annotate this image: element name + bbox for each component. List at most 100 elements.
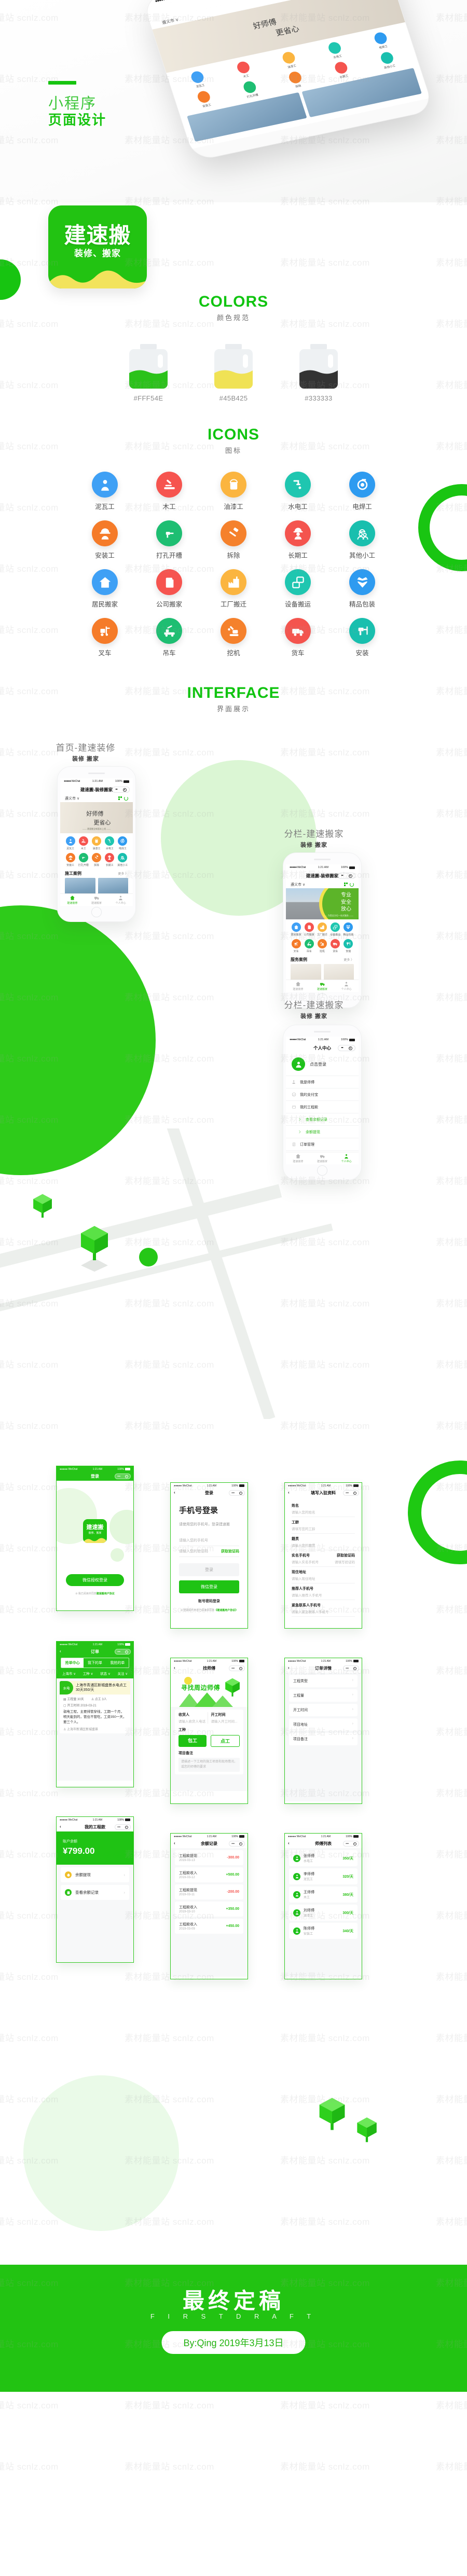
profile-header[interactable]: 点击登录 — [286, 1053, 359, 1076]
balance-record-row[interactable]: 工程款提现 2019-03-13 -300.00 — [175, 1850, 243, 1865]
start-field[interactable]: 开工时间 请输入开工时间... — [211, 1712, 240, 1724]
icon-grid-item[interactable]: 拆除 — [201, 520, 266, 560]
wechat-capsule[interactable]: ••• — [343, 1841, 359, 1847]
balance-record-list[interactable]: 工程款提现 2019-03-13 -300.00 工程款收入 2019-03-1… — [171, 1848, 248, 1977]
receiver-field[interactable]: 收货人 请输入收货人电话 — [178, 1712, 208, 1724]
helmet-worker-icon[interactable] — [65, 853, 75, 862]
service-icon[interactable]: 工厂搬迁 — [315, 922, 328, 936]
order-tab[interactable]: 抢单中心 — [61, 1658, 84, 1668]
tab-bar[interactable]: 建速装修 建速搬家 个人中心 — [286, 980, 359, 992]
wechat-capsule[interactable]: ••• — [343, 1665, 359, 1671]
service-icon[interactable]: 电焊工 — [116, 836, 129, 850]
detail-row[interactable]: 开工时间 › — [289, 1704, 358, 1716]
icon-grid-item[interactable]: 公司搬家 — [137, 569, 201, 609]
get-code-button[interactable]: 获取验证码 — [221, 1549, 239, 1554]
balance-record-row[interactable]: 工程款收入 2019-03-09 +450.00 — [175, 1919, 243, 1934]
service-icon[interactable]: 安装 — [342, 939, 355, 953]
icon-grid-item[interactable]: 泥瓦工 — [73, 472, 137, 511]
welding-icon[interactable] — [349, 472, 375, 498]
password-login-link[interactable]: 账号密码登录 — [179, 1599, 239, 1604]
target-icon[interactable] — [348, 874, 352, 878]
tab-person[interactable]: 个人中心 — [108, 895, 133, 905]
worker-icon[interactable] — [92, 472, 118, 498]
order-filter-row[interactable]: 上海市 ∨ 工种 ∨ 状态 ∨ 关注 ∨ — [57, 1668, 133, 1678]
service-icon[interactable]: 安装工 — [64, 853, 77, 867]
balance-record-row[interactable]: 工程款提现 2019-03-11 -200.00 — [175, 1884, 243, 1899]
order-tab[interactable]: 我下的单 — [84, 1658, 106, 1668]
service-icon[interactable]: 叉车 — [290, 939, 303, 953]
tab-home[interactable]: 建速装修 — [286, 981, 310, 991]
icon-grid-item[interactable]: 油漆工 — [201, 472, 266, 511]
citybar-actions[interactable] — [344, 882, 354, 887]
section-more-link[interactable]: 更多 〉 — [118, 871, 128, 876]
login-prompt[interactable]: 点击登录 — [310, 1062, 326, 1067]
wechat-capsule[interactable]: ••• — [112, 787, 130, 793]
faucet-icon[interactable] — [285, 472, 311, 498]
register-field[interactable]: 推荐人手机号 请输入推荐人手机号 — [292, 1583, 355, 1600]
section-more-link[interactable]: 更多 〉 — [344, 957, 354, 962]
detail-row[interactable]: 工程量 › — [289, 1689, 358, 1702]
register-field[interactable]: 紧急联系人手机号 请输入紧急联系人手机号 — [292, 1600, 355, 1617]
equipment-icon[interactable] — [285, 569, 311, 595]
tab-bar[interactable]: 建速装修 建速搬家 个人中心 — [60, 893, 133, 906]
icon-grid-item[interactable]: 安装工 — [73, 520, 137, 560]
welding-icon[interactable] — [118, 836, 128, 846]
person-icon[interactable] — [118, 895, 123, 901]
refresh-icon[interactable] — [350, 882, 354, 887]
type-toggle-group[interactable]: 包工 点工 — [178, 1735, 240, 1747]
wechat-capsule[interactable]: ••• — [115, 1649, 131, 1655]
back-icon[interactable]: ‹ — [174, 1666, 175, 1670]
qr-icon[interactable] — [344, 883, 348, 886]
service-icon[interactable]: 拆除 — [90, 853, 103, 867]
longterm-worker-icon[interactable] — [105, 853, 115, 862]
crane-truck-icon[interactable] — [304, 939, 314, 948]
person-icon[interactable] — [344, 981, 349, 987]
two-workers-icon[interactable] — [349, 520, 375, 546]
service-icon[interactable]: 其他小工 — [116, 853, 129, 867]
master-row[interactable]: 李师傅 泥瓦工 320/天 — [289, 1868, 358, 1884]
field-action[interactable]: 获取验证码 — [337, 1553, 355, 1558]
order-card[interactable]: 水电 上海市青浦区新城盛景水电点工30天350/天 ▤ 工程量 30天 ♙ 点工… — [60, 1681, 130, 1734]
icon-grid-item[interactable]: 吊车 — [137, 618, 201, 657]
balance-record-row[interactable]: 工程款收入 2019-03-10 +350.00 — [175, 1902, 243, 1917]
wechat-capsule[interactable]: ••• — [338, 873, 355, 879]
home-icon[interactable] — [70, 895, 75, 901]
service-icon[interactable]: 长期工 — [103, 853, 116, 867]
power-drill-icon[interactable] — [349, 618, 375, 644]
find-master-form[interactable]: 收货人 请输入收货人电话 开工时间 请输入开工时间... 工种 包工 点工 项目… — [171, 1707, 248, 1791]
home-button[interactable] — [91, 907, 102, 917]
remark-textarea[interactable]: 请描述一下工地的施工项目和现场情况，或您的师傅的要求 — [178, 1758, 240, 1772]
register-field[interactable]: 工龄 请填写您的工龄 — [292, 1517, 355, 1534]
home-icon[interactable] — [295, 981, 301, 987]
service-icon[interactable]: 水电工 — [103, 836, 116, 850]
wechat-capsule[interactable]: ••• — [115, 1473, 131, 1479]
tab-truck[interactable]: 建速搬家 — [85, 895, 109, 905]
back-icon[interactable]: ‹ — [60, 1649, 61, 1654]
open-box-icon[interactable] — [349, 569, 375, 595]
detail-row[interactable]: 项目备注 › — [289, 1733, 358, 1745]
service-icon[interactable]: 泥瓦工 — [64, 836, 77, 850]
target-icon[interactable] — [122, 788, 127, 792]
icon-grid-item[interactable]: 设备搬运 — [266, 569, 330, 609]
order-tab[interactable]: 我抢的单 — [106, 1658, 129, 1668]
code-input[interactable]: 请输入您的验证码 获取验证码 — [179, 1546, 239, 1557]
hammer-plank-icon[interactable] — [78, 836, 88, 846]
service-icon[interactable]: 吊车 — [303, 939, 315, 953]
move-banner[interactable]: 专业 安全 放心 —— 为您全方位一站式服务 —— — [286, 888, 359, 919]
back-icon[interactable]: ‹ — [60, 1825, 61, 1829]
excavator-icon[interactable] — [221, 618, 246, 644]
more-dots-icon[interactable]: ••• — [115, 788, 117, 791]
crane-truck-icon[interactable] — [156, 618, 182, 644]
master-row[interactable]: 张师傅 水电工 350/天 — [289, 1850, 358, 1866]
truck-icon[interactable] — [94, 895, 100, 901]
service-icon[interactable]: 设备搬运 — [329, 922, 342, 936]
master-row[interactable]: 刘师傅 油漆工 300/天 — [289, 1905, 358, 1921]
wallet-row[interactable]: 余额提现 › — [61, 1867, 129, 1882]
wechat-login-button[interactable]: 微信登录 — [179, 1580, 239, 1593]
equipment-icon[interactable] — [331, 922, 340, 932]
service-icon[interactable]: 居民搬家 — [290, 922, 303, 936]
forklift-icon[interactable] — [291, 939, 301, 948]
form-row[interactable]: 收货人 请输入收货人电话 开工时间 请输入开工时间... — [178, 1712, 240, 1724]
menu-item[interactable]: 查看余额记录 — [286, 1113, 359, 1125]
excavator-icon[interactable] — [317, 939, 327, 948]
